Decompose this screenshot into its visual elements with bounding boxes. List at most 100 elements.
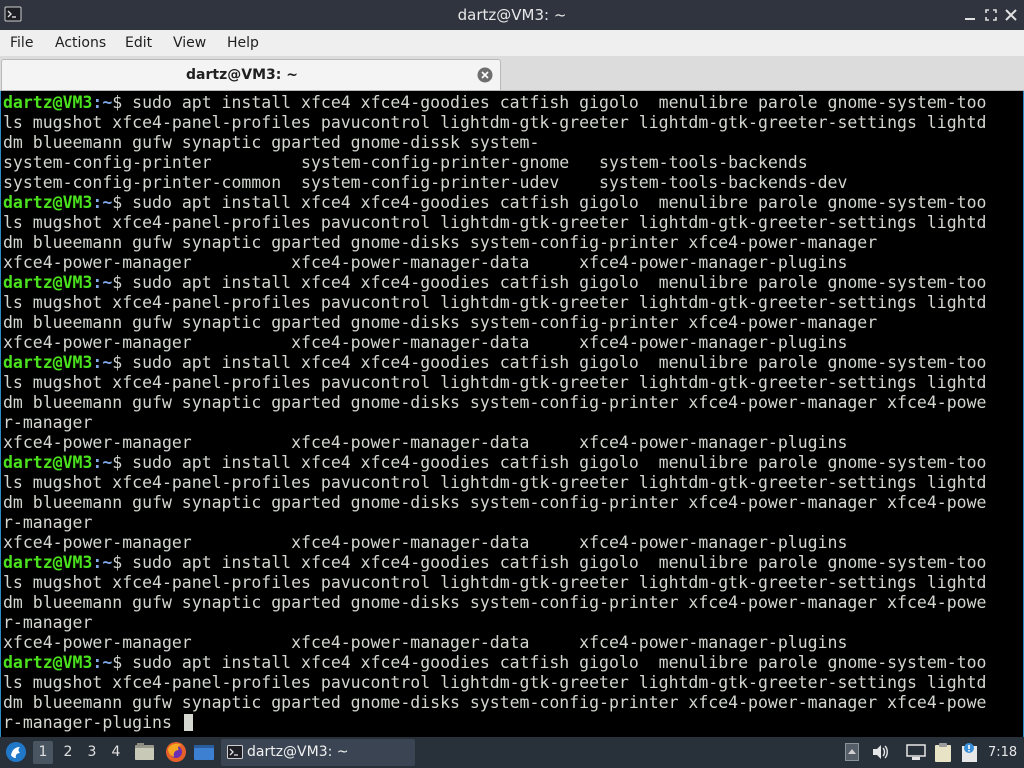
- prompt-path: :~: [92, 353, 113, 372]
- prompt-symbol: $: [112, 653, 123, 672]
- prompt-user: dartz@VM3: [3, 453, 93, 472]
- terminal-line-text: r-manager: [3, 613, 93, 632]
- firefox-icon[interactable]: [165, 741, 187, 763]
- terminal-line: ls mugshot xfce4-panel-profiles pavucont…: [3, 573, 1013, 593]
- terminal-line: dm blueemann gufw synaptic gparted gnome…: [3, 133, 1013, 153]
- tab-terminal[interactable]: dartz@VM3: ~: [1, 59, 501, 90]
- terminal-line: ls mugshot xfce4-panel-profiles pavucont…: [3, 213, 1013, 233]
- prompt-path: :~: [92, 193, 113, 212]
- minimize-icon[interactable]: [962, 7, 978, 23]
- menu-view[interactable]: View: [173, 30, 206, 56]
- workspace-3[interactable]: 3: [82, 741, 102, 764]
- prompt-user: dartz@VM3: [3, 93, 93, 112]
- terminal-line-text: xfce4-power-manager xfce4-power-manager-…: [3, 253, 848, 272]
- terminal-line-text: system-config-printer-common system-conf…: [3, 173, 848, 192]
- terminal-line: dartz@VM3:~$ sudo apt install xfce4 xfce…: [3, 273, 1013, 293]
- terminal-line: r-manager: [3, 513, 1013, 533]
- terminal-line: ls mugshot xfce4-panel-profiles pavucont…: [3, 473, 1013, 493]
- prompt-symbol: $: [112, 273, 123, 292]
- terminal-line-text: xfce4-power-manager xfce4-power-manager-…: [3, 333, 848, 352]
- terminal-output: dartz@VM3:~$ sudo apt install xfce4 xfce…: [3, 93, 1013, 733]
- terminal-line: system-config-printer system-config-prin…: [3, 153, 1013, 173]
- terminal-line-text: ls mugshot xfce4-panel-profiles pavucont…: [3, 473, 987, 492]
- terminal-line-text: dm blueemann gufw synaptic gparted gnome…: [3, 393, 987, 412]
- terminal-line: ls mugshot xfce4-panel-profiles pavucont…: [3, 113, 1013, 133]
- terminal-line-text: dm blueemann gufw synaptic gparted gnome…: [3, 313, 878, 332]
- terminal-line: r-manager: [3, 613, 1013, 633]
- menu-bar: File Actions Edit View Help: [0, 30, 1024, 56]
- start-menu-icon[interactable]: [5, 741, 27, 763]
- tab-label: dartz@VM3: ~: [186, 67, 298, 83]
- terminal-cursor: [183, 714, 193, 731]
- terminal-line: dartz@VM3:~$ sudo apt install xfce4 xfce…: [3, 653, 1013, 673]
- prompt-path: :~: [92, 553, 113, 572]
- terminal-line: system-config-printer-common system-conf…: [3, 173, 1013, 193]
- maximize-icon[interactable]: [983, 7, 999, 23]
- terminal-line-text: sudo apt install xfce4 xfce4-goodies cat…: [122, 193, 987, 212]
- terminal-line: dartz@VM3:~$ sudo apt install xfce4 xfce…: [3, 93, 1013, 113]
- terminal-line-text: sudo apt install xfce4 xfce4-goodies cat…: [122, 653, 987, 672]
- menu-edit[interactable]: Edit: [125, 30, 152, 56]
- prompt-user: dartz@VM3: [3, 353, 93, 372]
- terminal-line: xfce4-power-manager xfce4-power-manager-…: [3, 253, 1013, 273]
- workspace-1[interactable]: 1: [33, 741, 53, 764]
- prompt-path: :~: [92, 93, 113, 112]
- prompt-path: :~: [92, 273, 113, 292]
- notification-arrow-icon[interactable]: [845, 743, 859, 761]
- taskbar: 1 2 3 4 dartz@VM3: ~ 7:18: [0, 737, 1024, 768]
- prompt-user: dartz@VM3: [3, 653, 93, 672]
- terminal-line-text: dm blueemann gufw synaptic gparted gnome…: [3, 693, 987, 712]
- terminal-line-text: dm blueemann gufw synaptic gparted gnome…: [3, 233, 878, 252]
- terminal-line-text: sudo apt install xfce4 xfce4-goodies cat…: [122, 273, 987, 292]
- prompt-path: :~: [92, 653, 113, 672]
- terminal-line-text: dm blueemann gufw synaptic gparted gnome…: [3, 593, 987, 612]
- terminal-line: xfce4-power-manager xfce4-power-manager-…: [3, 333, 1013, 353]
- terminal-line: ls mugshot xfce4-panel-profiles pavucont…: [3, 673, 1013, 693]
- terminal-line: xfce4-power-manager xfce4-power-manager-…: [3, 533, 1013, 553]
- prompt-symbol: $: [112, 93, 123, 112]
- terminal-view[interactable]: dartz@VM3:~$ sudo apt install xfce4 xfce…: [0, 91, 1024, 737]
- terminal-line: xfce4-power-manager xfce4-power-manager-…: [3, 633, 1013, 653]
- window-title: dartz@VM3: ~: [457, 6, 567, 24]
- terminal-line-text: sudo apt install xfce4 xfce4-goodies cat…: [122, 93, 987, 112]
- terminal-line: dm blueemann gufw synaptic gparted gnome…: [3, 313, 1013, 333]
- menu-file[interactable]: File: [10, 30, 33, 56]
- terminal-line-text: ls mugshot xfce4-panel-profiles pavucont…: [3, 673, 987, 692]
- updates-notification-icon[interactable]: [960, 742, 980, 763]
- terminal-line: dartz@VM3:~$ sudo apt install xfce4 xfce…: [3, 193, 1013, 213]
- window-titlebar[interactable]: dartz@VM3: ~: [0, 0, 1024, 30]
- taskbar-terminal-button[interactable]: dartz@VM3: ~: [221, 739, 415, 766]
- terminal-icon: [227, 745, 243, 759]
- terminal-line-text: ls mugshot xfce4-panel-profiles pavucont…: [3, 573, 987, 592]
- terminal-line-text: xfce4-power-manager xfce4-power-manager-…: [3, 633, 848, 652]
- prompt-user: dartz@VM3: [3, 193, 93, 212]
- workspace-2[interactable]: 2: [58, 741, 78, 764]
- file-manager-icon[interactable]: [134, 742, 155, 762]
- show-desktop-icon[interactable]: [193, 743, 215, 762]
- prompt-symbol: $: [112, 453, 123, 472]
- tab-close-icon[interactable]: [477, 67, 493, 83]
- terminal-line: dartz@VM3:~$ sudo apt install xfce4 xfce…: [3, 453, 1013, 473]
- terminal-line-text: ls mugshot xfce4-panel-profiles pavucont…: [3, 213, 987, 232]
- terminal-line-text: ls mugshot xfce4-panel-profiles pavucont…: [3, 113, 987, 132]
- menu-actions[interactable]: Actions: [55, 30, 106, 56]
- taskbar-clock[interactable]: 7:18: [988, 737, 1017, 768]
- terminal-line-text: xfce4-power-manager xfce4-power-manager-…: [3, 433, 848, 452]
- prompt-user: dartz@VM3: [3, 273, 93, 292]
- terminal-line: dartz@VM3:~$ sudo apt install xfce4 xfce…: [3, 353, 1013, 373]
- terminal-line: dm blueemann gufw synaptic gparted gnome…: [3, 393, 1013, 413]
- workspace-4[interactable]: 4: [106, 741, 126, 764]
- prompt-symbol: $: [112, 353, 123, 372]
- terminal-line-text: sudo apt install xfce4 xfce4-goodies cat…: [122, 353, 987, 372]
- prompt-user: dartz@VM3: [3, 553, 93, 572]
- taskbar-terminal-label: dartz@VM3: ~: [247, 744, 349, 760]
- menu-help[interactable]: Help: [227, 30, 259, 56]
- network-icon[interactable]: [906, 743, 926, 761]
- terminal-line: dm blueemann gufw synaptic gparted gnome…: [3, 493, 1013, 513]
- clipboard-icon[interactable]: [934, 742, 952, 763]
- terminal-line-text: r-manager: [3, 513, 93, 532]
- terminal-scrollbar[interactable]: [1015, 91, 1023, 737]
- close-icon[interactable]: [1003, 7, 1019, 23]
- volume-icon[interactable]: [871, 743, 890, 761]
- terminal-line: dm blueemann gufw synaptic gparted gnome…: [3, 233, 1013, 253]
